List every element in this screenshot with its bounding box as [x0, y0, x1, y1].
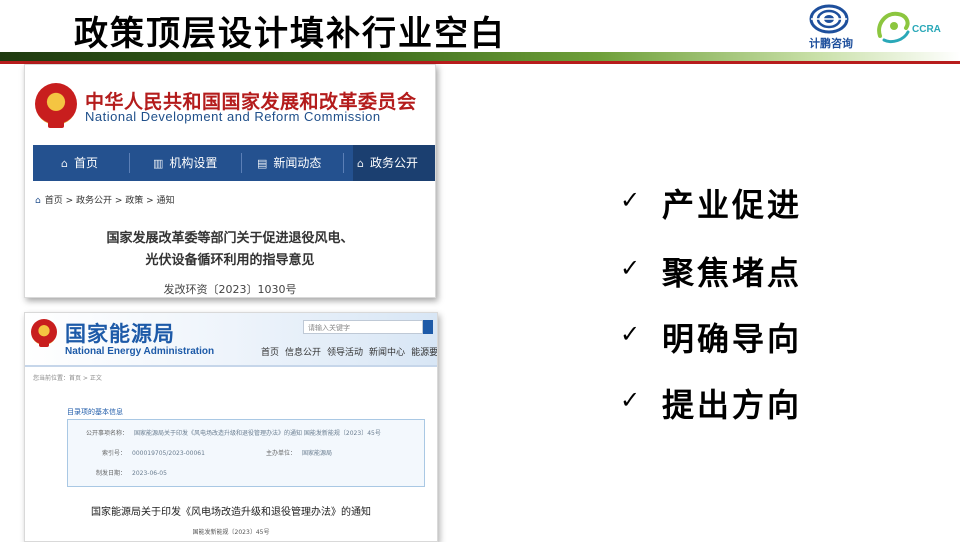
home-icon: ⌂ — [61, 157, 68, 170]
home-icon: ⌂ — [35, 196, 41, 206]
ndrc-nav-news[interactable]: ▤ 新闻动态 — [257, 145, 321, 181]
ndrc-doc-title-line1: 国家发展改革委等部门关于促进退役风电、 — [106, 231, 354, 246]
nea-breadcrumb: 您当前位置：首页 > 正文 — [33, 375, 102, 382]
info-label: 主办单位： — [266, 450, 297, 457]
info-value: 000019705/2023-00061 — [132, 450, 205, 457]
ndrc-doc-title-line2: 光伏设备循环利用的指导意见 — [145, 253, 315, 268]
info-label: 制发日期： — [96, 470, 127, 477]
nea-nav-bar: 首页信息公开领导活动新闻中心能源要闻在 — [261, 345, 437, 358]
nea-info-subject: 公开事项名称： 国家能源局关于印发《风电场改造升级和退役管理办法》的通知 国能发新… — [86, 428, 381, 437]
nea-nav-item[interactable]: 信息公开 — [285, 348, 321, 358]
building-icon: ▥ — [153, 157, 164, 170]
info-value: 国家能源局 — [302, 450, 333, 457]
nea-info-issuer: 主办单位： 国家能源局 — [266, 448, 332, 457]
ndrc-nav-home[interactable]: ⌂ 首页 — [61, 145, 98, 181]
breadcrumb-text[interactable]: 首页 > 政务公开 > 政策 > 通知 — [45, 196, 175, 206]
ndrc-name-en: National Development and Reform Commissi… — [85, 109, 381, 124]
ndrc-nav-label: 新闻动态 — [273, 156, 322, 170]
nea-nav-item[interactable]: 领导活动 — [327, 348, 363, 358]
title-bar-fade — [600, 52, 960, 61]
check-icon: ✓ — [620, 386, 641, 414]
nav-separator — [241, 153, 242, 173]
check-icon: ✓ — [620, 320, 641, 348]
nea-header-divider — [25, 365, 437, 367]
check-icon: ✓ — [620, 254, 641, 282]
ccra-swirl-icon — [877, 11, 910, 44]
ccra-logo-text: CCRA — [912, 24, 941, 35]
jipeng-globe-icon — [809, 4, 849, 34]
info-value: 国家能源局关于印发《风电场改造升级和退役管理办法》的通知 国能发新能规〔2023… — [134, 430, 381, 437]
check-text: 明确导向 — [662, 320, 803, 358]
nea-info-box: 公开事项名称： 国家能源局关于印发《风电场改造升级和退役管理办法》的通知 国能发新… — [67, 419, 425, 487]
nea-doc-title: 国家能源局关于印发《风电场改造升级和退役管理办法》的通知 — [91, 507, 371, 518]
check-text: 提出方向 — [662, 386, 803, 424]
ndrc-nav-organization[interactable]: ▥ 机构设置 — [153, 145, 217, 181]
slide-title: 政策顶层设计填补行业空白 — [74, 14, 506, 54]
ccra-logo: CCRA — [872, 6, 956, 50]
nea-doc-number: 国能发新能规〔2023〕45号 — [192, 529, 270, 536]
nea-info-section-title: 目录项的基本信息 — [67, 408, 123, 416]
jipeng-logo: 计鹏咨询 — [800, 4, 862, 50]
nav-separator — [343, 153, 344, 173]
nea-info-date: 制发日期： 2023-06-05 — [96, 468, 167, 477]
nea-header: 国家能源局 National Energy Administration 请输入… — [25, 313, 437, 365]
check-text: 聚焦堵点 — [662, 254, 803, 292]
info-value: 2023-06-05 — [132, 470, 167, 477]
ndrc-nav-label: 首页 — [73, 156, 98, 170]
gov-icon: ⌂ — [357, 157, 364, 170]
breadcrumb: ⌂ 首页 > 政务公开 > 政策 > 通知 — [35, 193, 175, 206]
news-icon: ▤ — [257, 157, 268, 170]
nav-separator — [129, 153, 130, 173]
ndrc-nav-bar: ⌂ 首页 ▥ 机构设置 ▤ 新闻动态 ⌂ 政务公开 — [33, 145, 435, 181]
ndrc-nav-label: 政务公开 — [369, 156, 418, 170]
ndrc-nav-label: 机构设置 — [169, 156, 218, 170]
info-label: 索引号： — [102, 450, 127, 457]
ndrc-nav-gov-affairs[interactable]: ⌂ 政务公开 — [357, 145, 418, 181]
nea-info-index: 索引号： 000019705/2023-00061 — [102, 448, 205, 457]
check-icon: ✓ — [620, 186, 641, 214]
national-emblem-icon — [31, 319, 57, 347]
info-label: 公开事项名称： — [86, 430, 129, 437]
ndrc-doc-number: 发改环资〔2023〕1030号 — [163, 283, 297, 296]
jipeng-logo-text: 计鹏咨询 — [809, 37, 853, 50]
nea-screenshot: 国家能源局 National Energy Administration 请输入… — [24, 312, 438, 542]
nea-search-input[interactable]: 请输入关键字 — [303, 320, 423, 334]
ndrc-screenshot: 中华人民共和国国家发展和改革委员会 National Development a… — [24, 64, 436, 298]
national-emblem-icon — [35, 83, 77, 128]
nea-name-cn: 国家能源局 — [65, 322, 175, 346]
nea-nav-item[interactable]: 新闻中心 — [369, 348, 405, 358]
title-underline-bar — [0, 52, 960, 64]
check-text: 产业促进 — [662, 186, 803, 224]
nea-nav-item[interactable]: 首页 — [261, 348, 279, 358]
nea-nav-item[interactable]: 能源要闻 — [411, 348, 437, 358]
search-button[interactable] — [423, 320, 433, 334]
title-bar-dark — [0, 52, 600, 61]
nea-name-en: National Energy Administration — [65, 346, 215, 357]
